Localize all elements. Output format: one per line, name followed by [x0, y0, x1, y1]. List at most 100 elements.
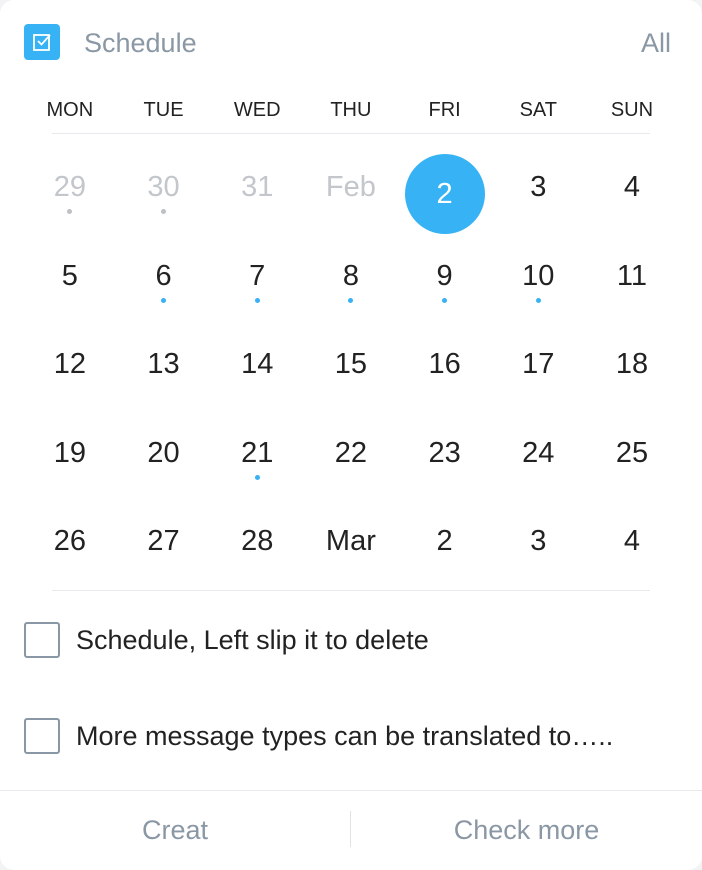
calendar-day-number: 11 [616, 259, 648, 292]
calendar-day-number: 30 [147, 171, 180, 203]
create-button[interactable]: Creat [0, 812, 350, 848]
footer-divider [0, 790, 702, 791]
calendar-day[interactable]: 7 [210, 239, 304, 328]
calendar-day[interactable]: 12 [23, 327, 117, 416]
calendar-day[interactable]: 3 [491, 504, 585, 593]
calendar-day-number: 6 [155, 259, 172, 292]
calendar-day[interactable]: 26 [23, 504, 117, 593]
weekday-row: MON TUE WED THU FRI SAT SUN [23, 94, 679, 126]
weekday-label: FRI [428, 99, 461, 121]
calendar-week-row: 19 20 21 22 23 24 25 [23, 416, 679, 505]
calendar-day[interactable]: 17 [491, 327, 585, 416]
calendar-day[interactable]: 25 [585, 416, 679, 505]
calendar-day[interactable]: 18 [585, 327, 679, 416]
calendar-day-number: 25 [615, 436, 649, 469]
calendar-day[interactable]: 15 [304, 327, 398, 416]
calendar-day[interactable]: 10 [491, 239, 585, 328]
calendar-day-number: 4 [623, 171, 641, 203]
calendar-week-row: 12 13 14 15 16 17 18 [23, 327, 679, 416]
check-more-button[interactable]: Check more [351, 812, 702, 848]
calendar-day[interactable]: 20 [117, 416, 211, 505]
calendar-day-number: 15 [334, 348, 368, 380]
calendar-day[interactable]: 19 [23, 416, 117, 505]
calendar-day-number: 26 [53, 525, 86, 557]
calendar-day-number: 20 [147, 436, 180, 469]
calendar-week-row: 5 6 7 8 9 10 11 [23, 239, 679, 328]
todo-text[interactable]: Schedule, Left slip it to delete [76, 622, 429, 658]
calendar-day[interactable]: Mar [304, 504, 398, 593]
calendar-week-row: 29 30 31 Feb 2 3 4 [23, 150, 679, 239]
event-dot-indicator [254, 297, 260, 303]
calendar-day-number: 2 [436, 178, 453, 210]
calendar-day-number: 24 [522, 436, 555, 469]
schedule-header: Schedule All [0, 0, 702, 84]
calendar-day-number: 16 [428, 348, 461, 380]
calendar-day-number: 27 [147, 525, 180, 557]
calendar-day[interactable]: 29 [23, 150, 117, 239]
todo-checkbox[interactable] [24, 718, 60, 754]
event-dot-indicator [67, 209, 73, 214]
weekday-label: MON [46, 99, 94, 121]
event-dot-indicator [535, 297, 541, 303]
calendar-day[interactable]: 14 [210, 327, 304, 416]
calendar-day-number: 3 [530, 171, 547, 203]
todo-item: More message types can be translated to…… [24, 718, 684, 754]
calendar-day[interactable]: 11 [585, 239, 679, 328]
calendar-day-number: 23 [428, 436, 461, 469]
calendar-day-number: 14 [241, 348, 274, 380]
calendar-day-number: 28 [241, 525, 274, 557]
calendar-day[interactable]: 16 [398, 327, 492, 416]
calendar-day-number: 17 [522, 348, 555, 380]
weekday-label: SAT [519, 99, 557, 121]
calendar-day[interactable]: 24 [491, 416, 585, 505]
calendar-day-number: 29 [53, 171, 86, 203]
calendar-day[interactable]: 13 [117, 327, 211, 416]
event-dot-indicator [442, 297, 448, 303]
calendar-day[interactable]: 9 [398, 239, 492, 328]
calendar-day-number: 22 [334, 436, 368, 469]
calendar-day-number: 2 [436, 525, 453, 557]
calendar-day-number: 5 [61, 259, 78, 292]
calendar-day[interactable]: 31 [210, 150, 304, 239]
calendar-day-number: 3 [530, 525, 547, 557]
calendar-day-number: 8 [342, 259, 359, 292]
calendar-day-number: 31 [241, 171, 274, 203]
calendar-check-icon [24, 24, 60, 60]
calendar-day-selected[interactable]: 2 [398, 150, 492, 239]
header-title: Schedule [84, 28, 197, 58]
event-dot-indicator [161, 297, 167, 303]
calendar-day[interactable]: 28 [210, 504, 304, 593]
calendar-week-row: 26 27 28 Mar 2 3 4 [23, 504, 679, 593]
calendar-grid: 29 30 31 Feb 2 3 4 5 6 7 8 9 10 11 12 13 14 15 16 17 18 19 20 2… [23, 150, 679, 593]
event-dot-indicator [254, 474, 260, 480]
calendar-day[interactable]: 23 [398, 416, 492, 505]
todo-text[interactable]: More message types can be translated to…… [76, 718, 613, 754]
todo-checkbox[interactable] [24, 622, 60, 658]
calendar-day-number: 18 [615, 348, 649, 380]
calendar-day-number: 4 [623, 525, 641, 557]
calendar-day[interactable]: 21 [210, 416, 304, 505]
calendar-day[interactable]: 30 [117, 150, 211, 239]
calendar-day-number: 19 [53, 436, 86, 469]
calendar-day[interactable]: Feb [304, 150, 398, 239]
calendar-day-number: 13 [147, 348, 180, 380]
todo-item: Schedule, Left slip it to delete [24, 622, 684, 658]
calendar-day-number: 12 [53, 348, 86, 380]
calendar-day[interactable]: 4 [585, 504, 679, 593]
calendar-day-number: 7 [249, 259, 266, 292]
calendar-day[interactable]: 2 [398, 504, 492, 593]
calendar-day[interactable]: 22 [304, 416, 398, 505]
calendar-day[interactable]: 3 [491, 150, 585, 239]
calendar-day[interactable]: 6 [117, 239, 211, 328]
calendar-day[interactable]: 8 [304, 239, 398, 328]
schedule-card: Schedule All MON TUE WED THU FRI SAT SUN 29 30 3… [0, 0, 702, 870]
calendar-top-divider [52, 133, 650, 134]
calendar-day[interactable]: 27 [117, 504, 211, 593]
weekday-label: TUE [143, 99, 184, 121]
calendar-bottom-divider [52, 590, 650, 591]
calendar-day[interactable]: 5 [23, 239, 117, 328]
weekday-label: WED [233, 99, 281, 121]
all-link[interactable]: All [641, 26, 671, 60]
calendar-day[interactable]: 4 [585, 150, 679, 239]
calendar-day-number: Mar [325, 525, 376, 557]
